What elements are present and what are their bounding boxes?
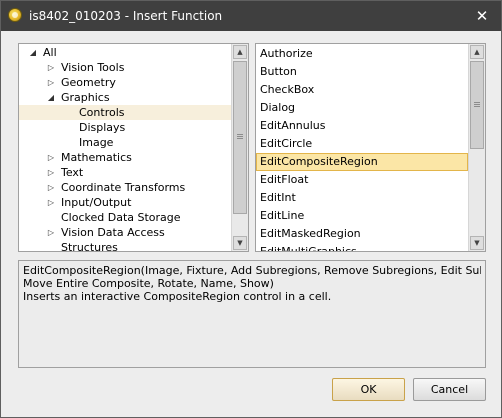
tree-expanded-icon[interactable]: ◢	[28, 45, 38, 60]
tree-item-all[interactable]: ◢ All	[19, 45, 231, 60]
description-summary: Inserts an interactive CompositeRegion c…	[23, 290, 332, 303]
window-title: is8402_010203 - Insert Function	[29, 9, 223, 23]
function-list-scrollbar[interactable]: ▲ ▼	[468, 44, 485, 251]
ok-button[interactable]: OK	[332, 378, 405, 401]
cancel-button-label: Cancel	[430, 383, 469, 396]
tree-item-label: Structures	[61, 241, 118, 252]
tree-collapsed-icon[interactable]: ▷	[46, 180, 56, 195]
tree-item-coordinate-transforms[interactable]: ▷ Coordinate Transforms	[19, 180, 231, 195]
function-item[interactable]: EditCircle	[256, 135, 468, 153]
tree-item-label: Vision Data Access	[61, 226, 165, 239]
tree-item-label: Image	[79, 136, 114, 149]
tree-expanded-icon[interactable]: ◢	[46, 90, 56, 105]
tree-collapsed-icon[interactable]: ▷	[46, 225, 56, 240]
tree-item-image[interactable]: Image	[19, 135, 231, 150]
ok-button-label: OK	[360, 383, 377, 396]
scroll-up-arrow-icon[interactable]: ▲	[470, 45, 484, 59]
function-list-items: Authorize Button CheckBox Dialog EditAnnulus…	[256, 45, 468, 251]
category-tree-scrollbar[interactable]: ▲ ▼	[231, 44, 248, 251]
function-item[interactable]: EditInt	[256, 189, 468, 207]
function-item[interactable]: EditLine	[256, 207, 468, 225]
tree-item-text[interactable]: ▷ Text	[19, 165, 231, 180]
function-item[interactable]: Authorize	[256, 45, 468, 63]
tree-item-geometry[interactable]: ▷ Geometry	[19, 75, 231, 90]
tree-collapsed-icon[interactable]: ▷	[46, 75, 56, 90]
tree-item-vision-data-access[interactable]: ▷ Vision Data Access	[19, 225, 231, 240]
function-item[interactable]: EditCompositeRegion	[256, 153, 468, 171]
function-item[interactable]: EditMultiGraphics	[256, 243, 468, 251]
tree-item-structures[interactable]: Structures	[19, 240, 231, 252]
function-item[interactable]: Button	[256, 63, 468, 81]
tree-item-clocked-data-storage[interactable]: Clocked Data Storage	[19, 210, 231, 225]
tree-collapsed-icon[interactable]: ▷	[46, 195, 56, 210]
scrollbar-thumb[interactable]	[233, 61, 247, 214]
scrollbar-thumb[interactable]	[470, 61, 484, 149]
category-tree[interactable]: ◢ All ▷ Vision Tools ▷ Geometry ◢ Graphics Contr…	[18, 43, 249, 252]
function-item[interactable]: Dialog	[256, 99, 468, 117]
tree-item-label: Geometry	[61, 76, 116, 89]
tree-item-label: Clocked Data Storage	[61, 211, 181, 224]
tree-item-vision-tools[interactable]: ▷ Vision Tools	[19, 60, 231, 75]
tree-item-label: Displays	[79, 121, 126, 134]
title-bar[interactable]: is8402_010203 - Insert Function ✕	[1, 1, 501, 31]
function-description: EditCompositeRegion(Image, Fixture, Add …	[18, 260, 486, 368]
scroll-grip-icon	[237, 134, 243, 139]
function-item[interactable]: EditMaskedRegion	[256, 225, 468, 243]
tree-item-displays[interactable]: Displays	[19, 120, 231, 135]
function-item[interactable]: EditFloat	[256, 171, 468, 189]
tree-item-label: Mathematics	[61, 151, 132, 164]
scroll-down-arrow-icon[interactable]: ▼	[470, 236, 484, 250]
tree-item-label: Controls	[79, 106, 125, 119]
tree-item-controls[interactable]: Controls	[19, 105, 231, 120]
description-signature-line-2: Move Entire Composite, Rotate, Name, Sho…	[23, 277, 274, 290]
tree-item-input-output[interactable]: ▷ Input/Output	[19, 195, 231, 210]
tree-item-label: Coordinate Transforms	[61, 181, 186, 194]
function-icon	[8, 8, 22, 22]
function-item[interactable]: EditAnnulus	[256, 117, 468, 135]
tree-item-label: Vision Tools	[61, 61, 125, 74]
tree-item-label: Text	[61, 166, 84, 179]
scroll-down-arrow-icon[interactable]: ▼	[233, 236, 247, 250]
function-list[interactable]: Authorize Button CheckBox Dialog EditAnnulus…	[255, 43, 486, 252]
scroll-up-arrow-icon[interactable]: ▲	[233, 45, 247, 59]
tree-item-label: Graphics	[61, 91, 110, 104]
tree-item-graphics[interactable]: ◢ Graphics	[19, 90, 231, 105]
tree-item-label: All	[43, 46, 57, 59]
tree-item-label: Input/Output	[61, 196, 132, 209]
tree-collapsed-icon[interactable]: ▷	[46, 165, 56, 180]
close-icon[interactable]: ✕	[473, 7, 491, 25]
category-tree-list: ◢ All ▷ Vision Tools ▷ Geometry ◢ Graphics Contr…	[19, 45, 231, 252]
cancel-button[interactable]: Cancel	[413, 378, 486, 401]
scroll-grip-icon	[474, 102, 480, 107]
tree-item-mathematics[interactable]: ▷ Mathematics	[19, 150, 231, 165]
insert-function-dialog: is8402_010203 - Insert Function ✕ ◢ All ▷ V…	[0, 0, 502, 418]
function-item[interactable]: CheckBox	[256, 81, 468, 99]
tree-collapsed-icon[interactable]: ▷	[46, 150, 56, 165]
tree-collapsed-icon[interactable]: ▷	[46, 60, 56, 75]
description-signature-line-1: EditCompositeRegion(Image, Fixture, Add …	[23, 264, 481, 277]
